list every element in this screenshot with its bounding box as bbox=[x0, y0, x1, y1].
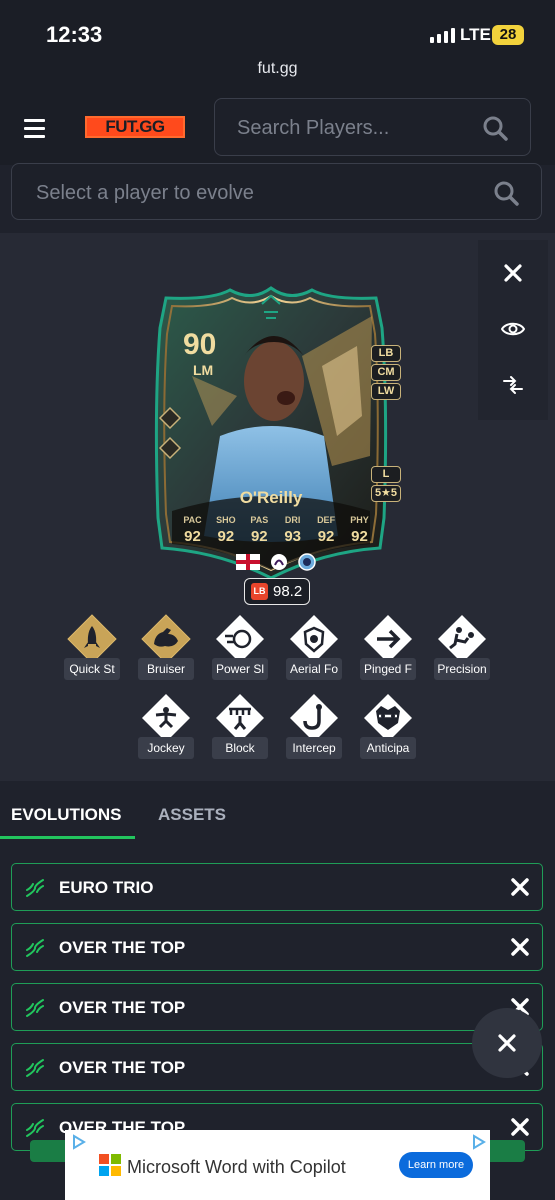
site-logo[interactable]: FUT.GG bbox=[85, 116, 185, 138]
card-badges bbox=[236, 553, 316, 571]
position-rating-value: 98.2 bbox=[273, 583, 303, 600]
position-rating-label: LB bbox=[251, 583, 268, 600]
aerial-shield-icon bbox=[290, 615, 338, 663]
network-label: LTE bbox=[460, 25, 491, 44]
intercept-hook-icon bbox=[290, 694, 338, 742]
status-time: 12:33 bbox=[46, 22, 103, 47]
stat-sho: SHO 92 bbox=[216, 515, 236, 545]
remove-evolution-icon[interactable] bbox=[509, 876, 531, 898]
alt-position-badge: CM bbox=[371, 364, 401, 381]
stat-dri: DRI 93 bbox=[284, 515, 302, 545]
close-icon bbox=[498, 1034, 516, 1052]
ad-text: Microsoft Word with Copilot bbox=[127, 1157, 346, 1177]
evolution-item[interactable]: OVER THE TOP bbox=[11, 1043, 543, 1091]
close-card-button[interactable] bbox=[478, 248, 548, 298]
ad-learn-more-button[interactable]: Learn more bbox=[399, 1152, 473, 1178]
tab-assets[interactable]: ASSETS bbox=[158, 805, 226, 825]
status-bar: 12:33 LTE 28 fut.gg bbox=[0, 0, 555, 92]
tab-evolutions[interactable]: EVOLUTIONS bbox=[11, 805, 122, 825]
menu-icon[interactable] bbox=[24, 119, 45, 138]
remove-evolution-icon[interactable] bbox=[509, 1116, 531, 1138]
england-flag-icon bbox=[236, 554, 260, 570]
card-toolbar bbox=[478, 240, 548, 420]
rocket-icon bbox=[67, 614, 117, 664]
preferred-foot-badge: L bbox=[371, 466, 401, 483]
raccoon-icon bbox=[364, 694, 412, 742]
card-rating: 90 bbox=[183, 328, 217, 361]
active-tab-indicator bbox=[0, 836, 135, 839]
power-shot-icon bbox=[216, 615, 264, 663]
arrow-pass-icon bbox=[364, 615, 412, 663]
battery-icon: 28 bbox=[492, 25, 524, 45]
stat-pac: PAC 92 bbox=[183, 515, 202, 545]
dna-icon bbox=[26, 1059, 44, 1077]
remove-evolution-icon[interactable] bbox=[509, 936, 531, 958]
league-logo-icon bbox=[271, 554, 287, 570]
close-icon bbox=[504, 264, 522, 282]
signal-icon bbox=[430, 28, 455, 43]
dna-icon bbox=[26, 999, 44, 1017]
ad-choices-icon[interactable] bbox=[471, 1134, 487, 1150]
compare-arrows-icon bbox=[503, 376, 523, 394]
ad-banner[interactable]: Microsoft Word with Copilot Learn more bbox=[65, 1130, 490, 1200]
evolution-item[interactable]: EURO TRIO bbox=[11, 863, 543, 911]
evolve-player-search[interactable]: Select a player to evolve bbox=[11, 163, 542, 220]
alt-position-badge: LW bbox=[371, 383, 401, 400]
search-icon[interactable] bbox=[482, 115, 508, 141]
tab-bar: EVOLUTIONS ASSETS bbox=[0, 781, 555, 839]
precision-kick-icon bbox=[438, 615, 486, 663]
card-stats: PAC 92 SHO 92 PAS 92 DRI 93 DEF 92 PHY 92 bbox=[176, 515, 376, 545]
position-rating-badge: LB 98.2 bbox=[244, 578, 310, 605]
evolution-item[interactable]: OVER THE TOP bbox=[11, 983, 543, 1031]
card-position: LM bbox=[193, 362, 214, 378]
ad-choices-icon[interactable] bbox=[71, 1134, 87, 1150]
dna-icon bbox=[26, 1119, 44, 1137]
stat-phy: PHY 92 bbox=[350, 515, 369, 545]
player-name: O'Reilly bbox=[239, 488, 303, 507]
stat-def: DEF 92 bbox=[317, 515, 336, 545]
floating-close-button[interactable] bbox=[472, 1008, 542, 1078]
search-icon[interactable] bbox=[493, 180, 519, 206]
dna-icon bbox=[26, 939, 44, 957]
block-icon bbox=[216, 694, 264, 742]
player-search-placeholder: Search Players... bbox=[237, 117, 390, 139]
player-search-input[interactable]: Search Players... bbox=[214, 98, 531, 156]
view-card-button[interactable] bbox=[478, 304, 548, 354]
microsoft-logo-icon bbox=[99, 1154, 121, 1176]
compare-button[interactable] bbox=[478, 360, 548, 410]
flexed-arm-icon bbox=[141, 614, 191, 664]
club-crest-icon bbox=[298, 553, 316, 571]
eye-icon bbox=[501, 322, 525, 336]
dna-icon bbox=[26, 879, 44, 897]
evolve-search-placeholder: Select a player to evolve bbox=[36, 182, 254, 204]
stat-pas: PAS 92 bbox=[250, 515, 269, 545]
evolution-item[interactable]: OVER THE TOP bbox=[11, 923, 543, 971]
browser-url[interactable]: fut.gg bbox=[0, 60, 555, 78]
alt-position-badge: LB bbox=[371, 345, 401, 362]
jockey-icon bbox=[142, 694, 190, 742]
